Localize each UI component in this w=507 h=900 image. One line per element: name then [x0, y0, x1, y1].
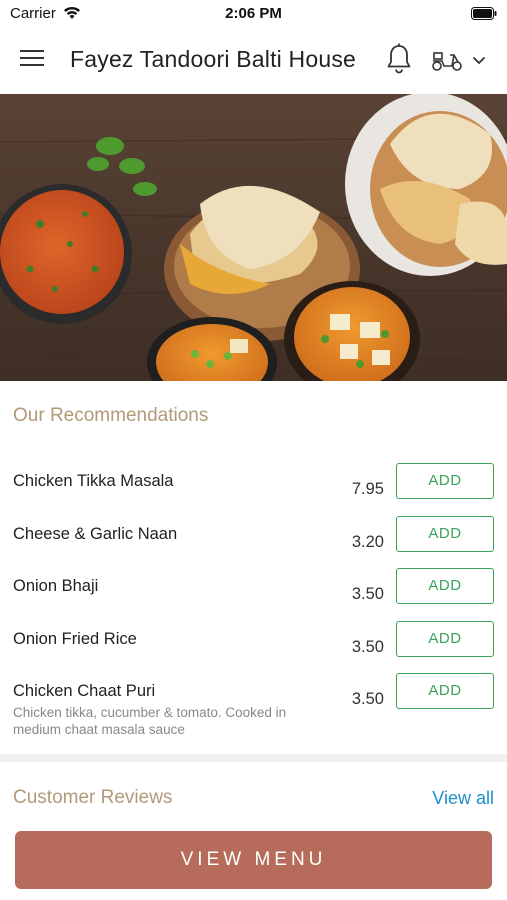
app-header: Fayez Tandoori Balti House — [0, 26, 507, 94]
view-all-link[interactable]: View all — [432, 788, 494, 809]
chevron-down-icon[interactable] — [470, 51, 488, 69]
bell-icon[interactable] — [384, 42, 414, 76]
section-divider — [0, 754, 507, 762]
item-name: Onion Fried Rice — [13, 630, 137, 648]
status-bar: Carrier 2:06 PM — [0, 0, 507, 26]
reviews-heading: Customer Reviews — [13, 787, 173, 808]
hero-food-image — [0, 94, 507, 381]
menu-button[interactable] — [20, 46, 50, 74]
page-title: Fayez Tandoori Balti House — [70, 46, 357, 72]
item-name: Chicken Tikka Masala — [13, 472, 174, 490]
add-button[interactable]: ADD — [396, 673, 494, 709]
add-button[interactable]: ADD — [396, 463, 494, 499]
add-button[interactable]: ADD — [396, 621, 494, 657]
item-name: Chicken Chaat Puri — [13, 682, 156, 700]
item-description: Chicken tikka, cucumber & tomato. Cooked… — [13, 705, 287, 737]
view-menu-button[interactable]: VIEW MENU — [15, 831, 492, 889]
item-name: Cheese & Garlic Naan — [13, 525, 178, 543]
scooter-icon[interactable] — [430, 46, 464, 74]
add-button[interactable]: ADD — [396, 516, 494, 552]
item-name: Onion Bhaji — [13, 577, 99, 595]
recommendations-heading: Our Recommendations — [13, 405, 209, 426]
battery-icon — [471, 7, 497, 20]
item-price: 7.95 — [351, 480, 384, 498]
add-button[interactable]: ADD — [396, 568, 494, 604]
item-price: 3.50 — [351, 638, 384, 656]
item-price: 3.20 — [351, 533, 384, 551]
item-price: 3.50 — [351, 585, 384, 603]
clock: 2:06 PM — [225, 5, 282, 22]
item-price: 3.50 — [351, 690, 384, 708]
menu-icon — [20, 50, 50, 66]
